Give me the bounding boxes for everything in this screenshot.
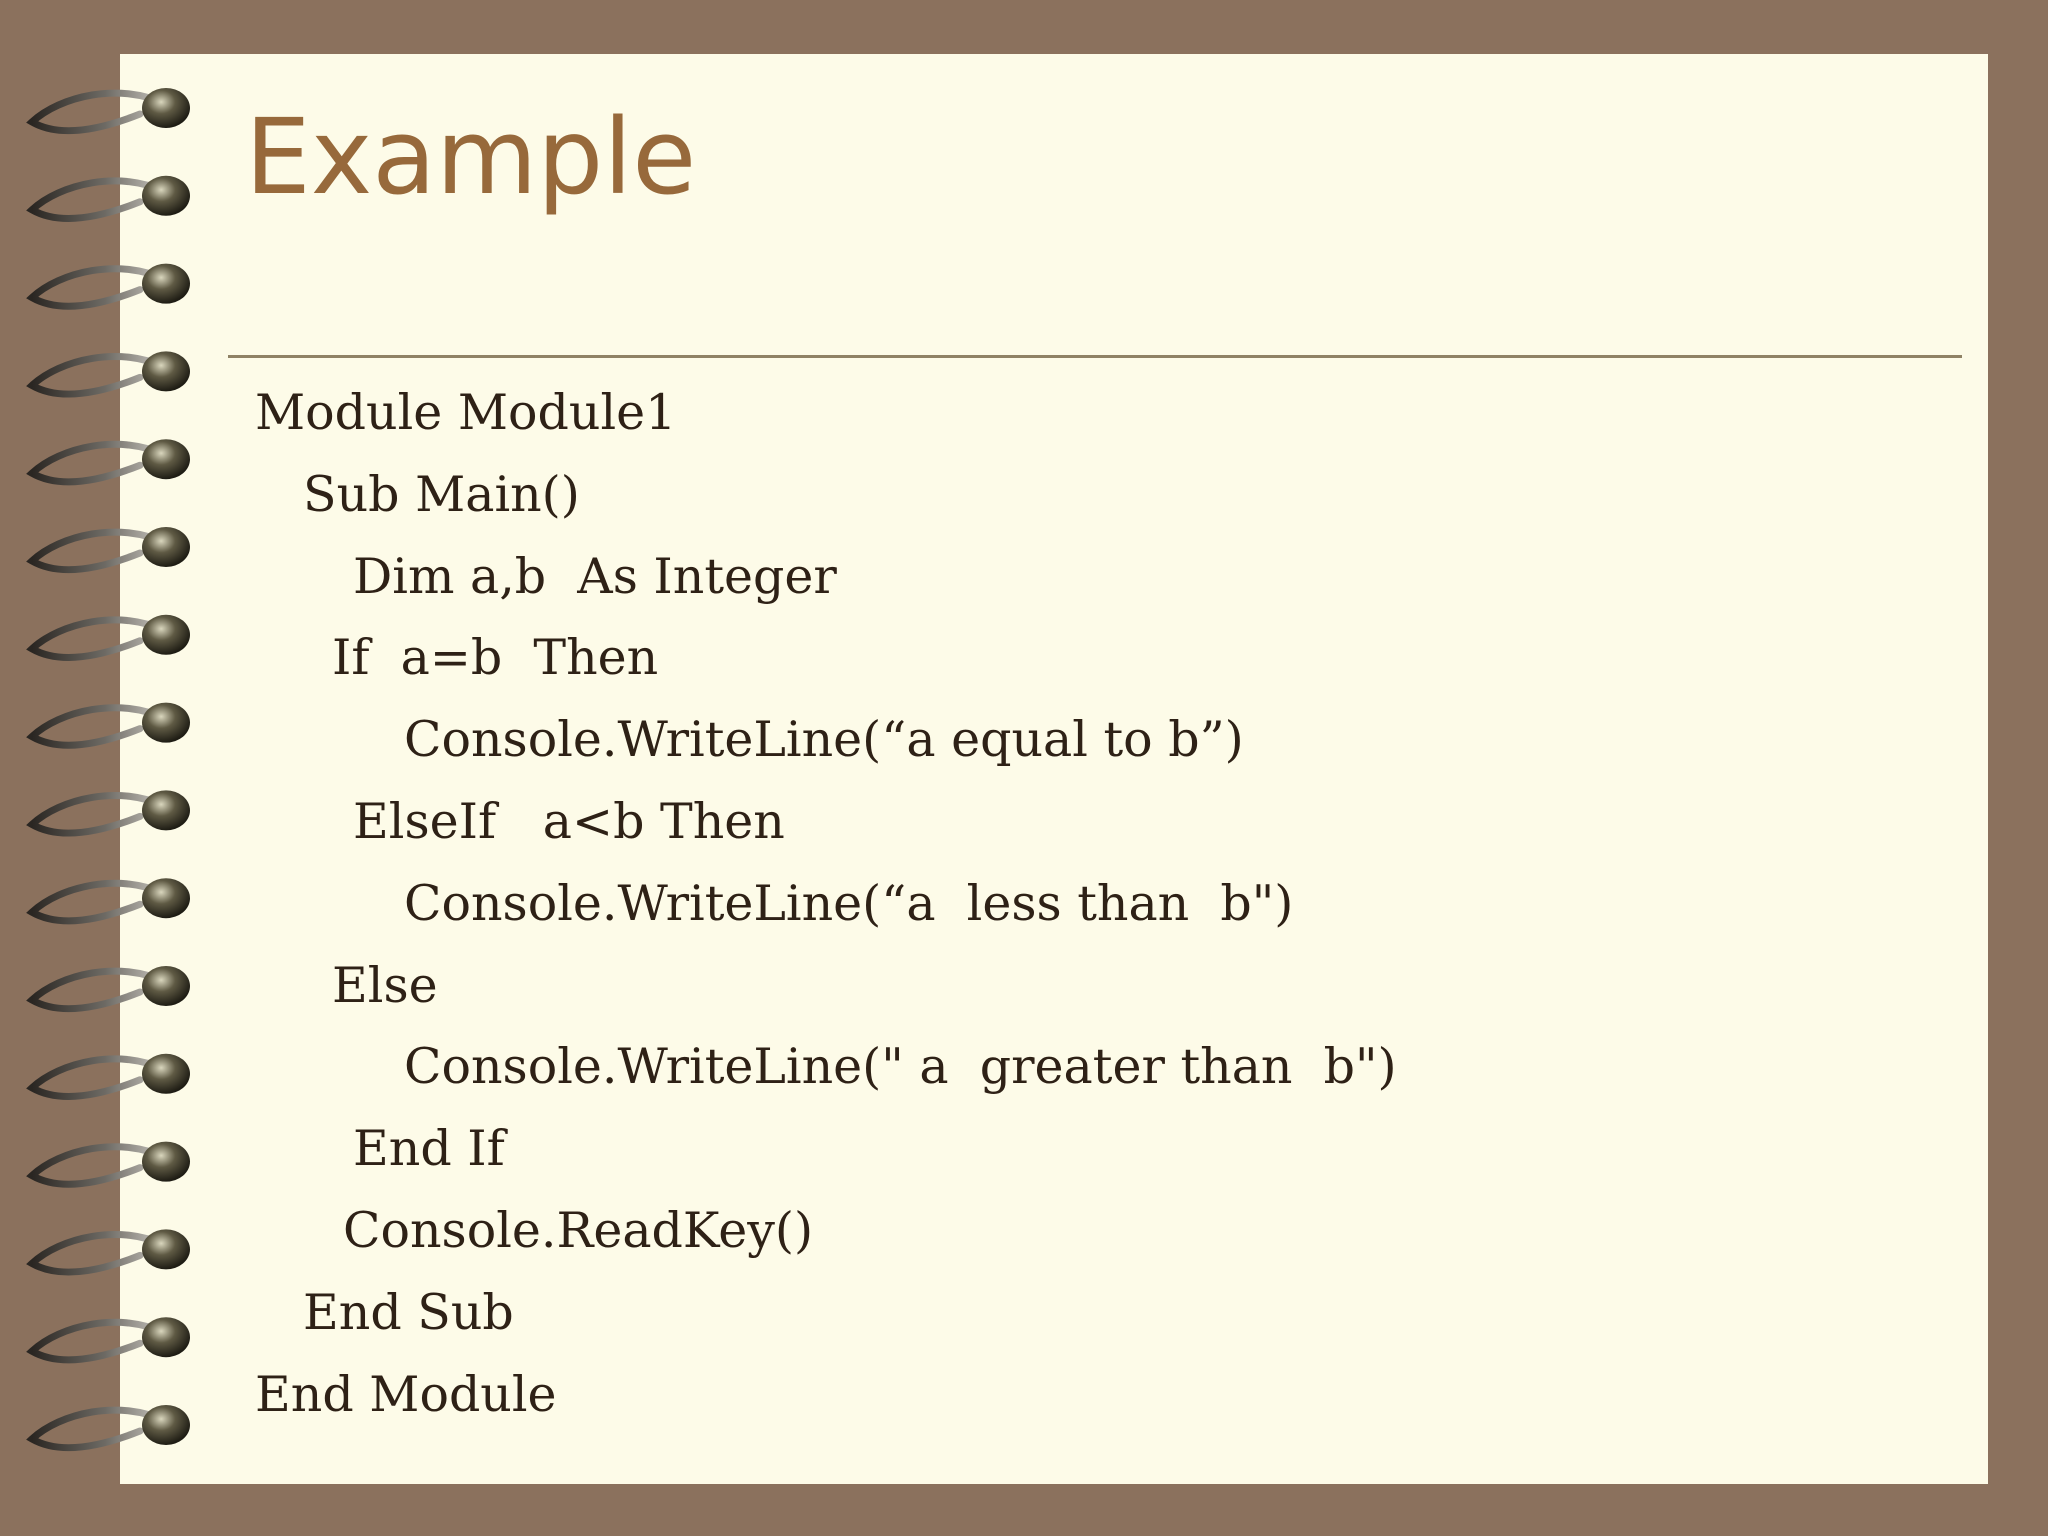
spiral-binding-icon: [26, 88, 190, 1452]
spiral-ring-icon: [26, 88, 190, 135]
spiral-ring-icon: [26, 439, 190, 486]
code-line: End Module: [255, 1365, 557, 1423]
spiral-ring-icon: [26, 878, 190, 925]
code-line: Else: [332, 956, 438, 1014]
spiral-ring-icon: [26, 966, 190, 1013]
code-line: Console.WriteLine(" a greater than b"): [404, 1038, 1397, 1096]
code-line: Dim a,b As Integer: [353, 547, 837, 605]
code-line: Console.ReadKey(): [343, 1201, 814, 1259]
code-line: Sub Main(): [303, 465, 580, 523]
code-line: Console.WriteLine(“a equal to b”): [404, 711, 1244, 769]
spiral-ring-icon: [26, 702, 190, 749]
code-line: End Sub: [303, 1283, 514, 1341]
spiral-rings: [26, 88, 190, 1452]
spiral-ring-icon: [26, 1317, 190, 1364]
spiral-ring-icon: [26, 263, 190, 310]
spiral-ring-icon: [26, 1053, 190, 1101]
title-divider: [228, 355, 1962, 358]
spiral-ring-icon: [26, 790, 190, 837]
code-line: ElseIf a<b Then: [353, 792, 785, 850]
slide: Example Module Module1 Sub Main() Dim a,b …: [0, 0, 2048, 1536]
code-line: End If: [353, 1120, 505, 1178]
spiral-ring-icon: [26, 614, 190, 662]
code-line: Console.WriteLine(“a less than b"): [404, 874, 1294, 932]
slide-title: Example: [245, 96, 697, 218]
spiral-ring-icon: [26, 351, 190, 398]
code-line: Module Module1: [255, 384, 677, 441]
spiral-ring-icon: [26, 1405, 190, 1452]
spiral-ring-icon: [26, 175, 190, 223]
spiral-ring-icon: [26, 1141, 190, 1188]
code-line: If a=b Then: [332, 629, 659, 687]
spiral-ring-icon: [26, 1229, 190, 1276]
code-block: Module Module1 Sub Main() Dim a,b As Integ…: [255, 372, 1397, 1435]
spiral-ring-icon: [26, 527, 190, 574]
